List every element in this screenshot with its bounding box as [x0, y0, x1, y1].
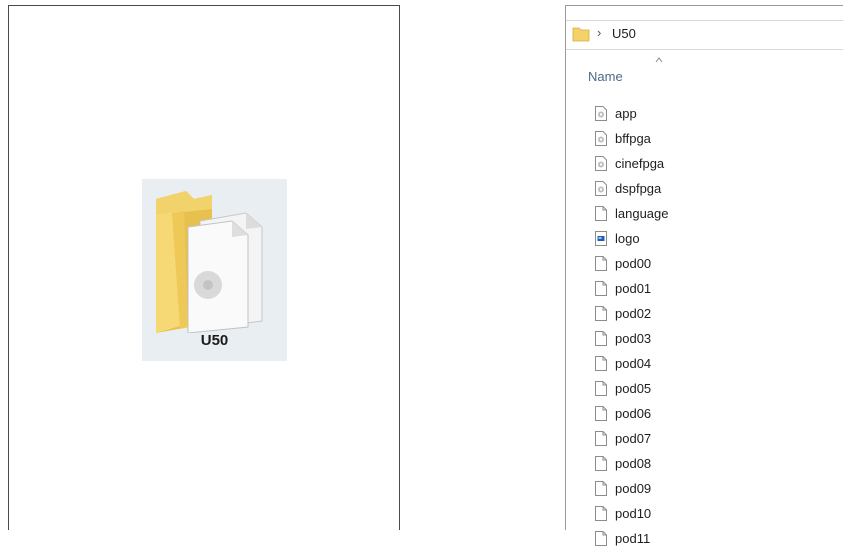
- file-name: pod04: [615, 356, 652, 371]
- file-row[interactable]: pod05: [595, 376, 669, 401]
- address-bar[interactable]: › U50: [566, 20, 843, 50]
- blank-file-icon: [595, 406, 615, 421]
- chevron-right-icon[interactable]: ›: [597, 25, 601, 40]
- file-row[interactable]: cinefpga: [595, 151, 669, 176]
- file-row[interactable]: pod01: [595, 276, 669, 301]
- file-name: pod07: [615, 431, 652, 446]
- system-file-icon: [595, 106, 615, 121]
- address-path[interactable]: U50: [612, 26, 636, 41]
- blank-file-icon: [595, 381, 615, 396]
- folder-icon: [572, 27, 590, 42]
- file-row[interactable]: pod11: [595, 526, 669, 551]
- file-row[interactable]: pod08: [595, 451, 669, 476]
- file-row[interactable]: bffpga: [595, 126, 669, 151]
- file-name: logo: [615, 231, 640, 246]
- system-file-icon: [595, 156, 615, 171]
- file-list: app bffpga cinefpga dspfpga language logo pod0…: [595, 101, 669, 551]
- blank-file-icon: [595, 456, 615, 471]
- file-name: pod02: [615, 306, 652, 321]
- file-row[interactable]: pod07: [595, 426, 669, 451]
- file-row[interactable]: pod00: [595, 251, 669, 276]
- blank-file-icon: [595, 431, 615, 446]
- file-name: app: [615, 106, 637, 121]
- blank-file-icon: [595, 256, 615, 271]
- file-row[interactable]: dspfpga: [595, 176, 669, 201]
- blank-file-icon: [595, 506, 615, 521]
- file-row[interactable]: language: [595, 201, 669, 226]
- file-name: pod09: [615, 481, 652, 496]
- file-row[interactable]: pod04: [595, 351, 669, 376]
- file-name: cinefpga: [615, 156, 665, 171]
- file-row[interactable]: pod02: [595, 301, 669, 326]
- file-name: pod03: [615, 331, 652, 346]
- file-row[interactable]: pod03: [595, 326, 669, 351]
- file-name: pod00: [615, 256, 652, 271]
- file-row[interactable]: pod09: [595, 476, 669, 501]
- blank-file-icon: [595, 356, 615, 371]
- file-name: pod08: [615, 456, 652, 471]
- system-file-icon: [595, 131, 615, 146]
- blank-file-icon: [595, 531, 615, 546]
- folder-item-u50[interactable]: U50: [142, 179, 287, 361]
- blank-file-icon: [595, 281, 615, 296]
- file-explorer-details-view: › U50 Name app bffpga cinefpga dspfpga langu…: [565, 5, 843, 546]
- folder-large-icon-view: U50: [8, 5, 400, 530]
- blank-file-icon: [595, 331, 615, 346]
- file-row[interactable]: logo: [595, 226, 669, 251]
- file-name: pod10: [615, 506, 652, 521]
- file-row[interactable]: pod06: [595, 401, 669, 426]
- file-name: language: [615, 206, 669, 221]
- file-name: pod06: [615, 406, 652, 421]
- column-header-name[interactable]: Name: [588, 69, 623, 84]
- folder-label: U50: [200, 332, 229, 349]
- system-file-icon: [595, 181, 615, 196]
- file-name: pod05: [615, 381, 652, 396]
- file-row[interactable]: pod10: [595, 501, 669, 526]
- file-row[interactable]: app: [595, 101, 669, 126]
- file-name: dspfpga: [615, 181, 662, 196]
- blank-file-icon: [595, 306, 615, 321]
- file-name: pod11: [615, 531, 651, 546]
- file-name: pod01: [615, 281, 652, 296]
- blank-file-icon: [595, 481, 615, 496]
- sort-ascending-icon: [655, 57, 663, 63]
- file-name: bffpga: [615, 131, 651, 146]
- folder-with-documents-icon: [156, 191, 263, 333]
- blank-file-icon: [595, 206, 615, 221]
- image-file-icon: [595, 231, 615, 246]
